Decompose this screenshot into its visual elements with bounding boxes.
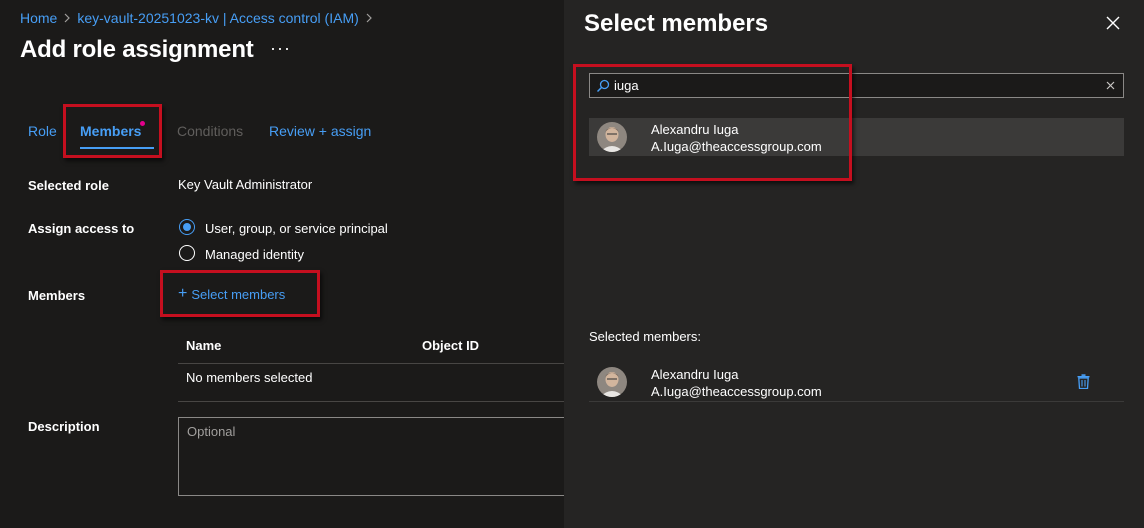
- assign-access-label: Assign access to: [28, 221, 135, 236]
- more-options-icon[interactable]: ···: [270, 38, 291, 59]
- radio-user-group-sp[interactable]: [179, 219, 195, 235]
- avatar: [597, 367, 627, 397]
- selected-member-name: Alexandru Iuga: [651, 367, 739, 382]
- chevron-right-icon: [63, 11, 71, 26]
- highlight-box-select-members: [160, 270, 320, 317]
- radio-user-group-sp-label[interactable]: User, group, or service principal: [205, 221, 388, 236]
- clear-icon[interactable]: [1106, 81, 1115, 90]
- tab-conditions[interactable]: Conditions: [177, 123, 243, 139]
- chevron-right-icon: [365, 11, 373, 26]
- breadcrumb-home[interactable]: Home: [20, 10, 57, 26]
- radio-managed-identity-label[interactable]: Managed identity: [205, 247, 304, 262]
- close-icon[interactable]: [1104, 14, 1122, 32]
- column-header-object-id: Object ID: [422, 338, 480, 353]
- panel-title: Select members: [584, 10, 769, 37]
- tab-role[interactable]: Role: [28, 123, 57, 139]
- breadcrumb: Home key-vault-20251023-kv | Access cont…: [20, 10, 373, 26]
- highlight-box-search: [573, 64, 852, 181]
- radio-managed-identity[interactable]: [179, 245, 195, 261]
- highlight-box-members-tab: [63, 104, 162, 158]
- column-header-name: Name: [186, 338, 222, 353]
- table-empty-text: No members selected: [186, 370, 313, 385]
- trash-icon[interactable]: [1077, 374, 1090, 392]
- selected-members-divider: [589, 401, 1124, 402]
- description-label: Description: [28, 419, 100, 434]
- description-placeholder: Optional: [187, 424, 236, 439]
- tab-review-assign[interactable]: Review + assign: [269, 123, 371, 139]
- description-field[interactable]: Optional: [178, 417, 578, 496]
- table-bottom-divider: [178, 401, 564, 402]
- breadcrumb-iam[interactable]: key-vault-20251023-kv | Access control (…: [77, 10, 358, 26]
- selected-members-heading: Selected members:: [589, 329, 701, 344]
- page-title: Add role assignment: [20, 36, 254, 63]
- table-header-divider: [178, 363, 564, 364]
- selected-role-label: Selected role: [28, 178, 109, 193]
- selected-member-email: A.Iuga@theaccessgroup.com: [651, 384, 822, 399]
- members-label: Members: [28, 288, 86, 303]
- selected-role-value: Key Vault Administrator: [178, 177, 313, 192]
- selected-member-item: Alexandru Iuga A.Iuga@theaccessgroup.com: [589, 363, 1124, 401]
